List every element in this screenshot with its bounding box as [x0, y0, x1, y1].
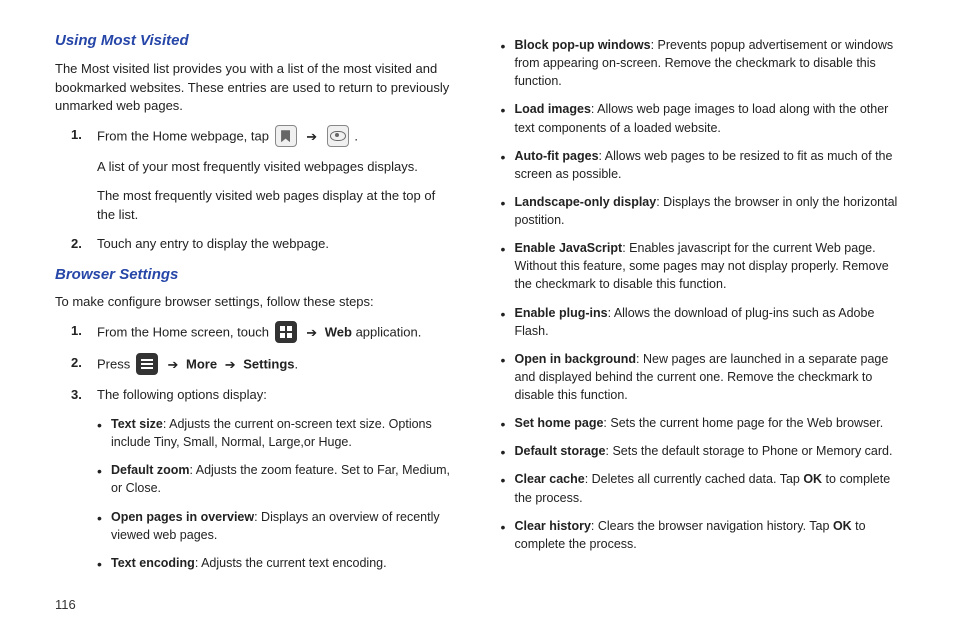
step-number: 2. [71, 235, 97, 254]
arrow-icon: ➔ [306, 129, 317, 144]
term: Enable plug-ins [515, 306, 608, 320]
term: Landscape-only display [515, 195, 657, 209]
term: Clear cache [515, 472, 585, 486]
step-1-line: From the Home webpage, tap ➔ . [97, 126, 455, 148]
arrow-icon: ➔ [306, 325, 317, 340]
bullet-block-popup: Block pop-up windows: Prevents popup adv… [501, 36, 905, 90]
bs3-text: The following options display: [97, 386, 455, 405]
desc-a: : Clears the browser navigation history.… [591, 519, 833, 533]
term: Block pop-up windows [515, 38, 651, 52]
bullet-landscape-only: Landscape-only display: Displays the bro… [501, 193, 905, 229]
term: Auto-fit pages [515, 149, 599, 163]
step-number: 3. [71, 386, 97, 405]
heading-most-visited: Using Most Visited [55, 30, 455, 52]
bookmark-icon [275, 125, 297, 147]
term: Enable JavaScript [515, 241, 623, 255]
bs-step-1: 1. From the Home screen, touch ➔ Web app… [55, 322, 455, 344]
bs-step-1-line: From the Home screen, touch ➔ Web applic… [97, 322, 455, 344]
bs-step-3: 3. The following options display: Text s… [55, 386, 455, 582]
step-2: 2. Touch any entry to display the webpag… [55, 235, 455, 254]
most-visited-steps: 1. From the Home webpage, tap ➔ . A list… [55, 126, 455, 253]
desc-a: : Deletes all currently cached data. Tap [585, 472, 804, 486]
desc: : Sets the current home page for the Web… [603, 416, 883, 430]
settings-bullets-right: Block pop-up windows: Prevents popup adv… [505, 36, 905, 553]
term: Text size [111, 417, 163, 431]
bullet-set-homepage: Set home page: Sets the current home pag… [501, 414, 905, 432]
step-number: 2. [71, 354, 97, 373]
term: Set home page [515, 416, 604, 430]
menu-icon [136, 353, 158, 375]
step-number: 1. [71, 126, 97, 145]
most-visited-icon [327, 125, 349, 147]
desc: : Sets the default storage to Phone or M… [606, 444, 893, 458]
page-number: 116 [55, 597, 76, 612]
right-column: Block pop-up windows: Prevents popup adv… [505, 30, 905, 626]
step-1: 1. From the Home webpage, tap ➔ . A list… [55, 126, 455, 225]
step-1-text-b: . [354, 129, 358, 144]
bullet-enable-js: Enable JavaScript: Enables javascript fo… [501, 239, 905, 293]
desc: : Adjusts the current text encoding. [195, 556, 387, 570]
step-1-text-a: From the Home webpage, tap [97, 129, 273, 144]
ok: OK [803, 472, 822, 486]
bs-step-2: 2. Press ➔ More ➔ Settings. [55, 354, 455, 376]
bs2-more: More [186, 357, 217, 372]
arrow-icon: ➔ [225, 357, 236, 372]
most-visited-intro: The Most visited list provides you with … [55, 60, 455, 117]
bs1-b: application. [356, 325, 422, 340]
step-1-p3: The most frequently visited web pages di… [97, 187, 455, 225]
manual-page: Using Most Visited The Most visited list… [0, 0, 954, 636]
bs-step-2-line: Press ➔ More ➔ Settings. [97, 354, 455, 376]
bs2-settings: Settings [243, 357, 294, 372]
bs1-a: From the Home screen, touch [97, 325, 273, 340]
bullet-clear-cache: Clear cache: Deletes all currently cache… [501, 470, 905, 506]
step-number: 1. [71, 322, 97, 341]
bullet-text-encoding: Text encoding: Adjusts the current text … [97, 554, 455, 572]
bullet-default-zoom: Default zoom: Adjusts the zoom feature. … [97, 461, 455, 497]
term: Load images [515, 102, 591, 116]
term: Open pages in overview [111, 510, 254, 524]
bullet-auto-fit: Auto-fit pages: Allows web pages to be r… [501, 147, 905, 183]
bullet-load-images: Load images: Allows web page images to l… [501, 100, 905, 136]
term: Clear history [515, 519, 591, 533]
term: Default zoom [111, 463, 189, 477]
bs1-web: Web [325, 325, 352, 340]
left-column: Using Most Visited The Most visited list… [55, 30, 455, 626]
browser-settings-steps: 1. From the Home screen, touch ➔ Web app… [55, 322, 455, 582]
bs2-a: Press [97, 357, 134, 372]
apps-grid-icon [275, 321, 297, 343]
browser-settings-intro: To make configure browser settings, foll… [55, 293, 455, 312]
bullet-default-storage: Default storage: Sets the default storag… [501, 442, 905, 460]
bullet-open-background: Open in background: New pages are launch… [501, 350, 905, 404]
arrow-icon: ➔ [167, 357, 178, 372]
term: Default storage [515, 444, 606, 458]
term: Open in background [515, 352, 637, 366]
step-1-p2: A list of your most frequently visited w… [97, 158, 455, 177]
heading-browser-settings: Browser Settings [55, 264, 455, 286]
bullet-clear-history: Clear history: Clears the browser naviga… [501, 517, 905, 553]
bullet-text-size: Text size: Adjusts the current on-screen… [97, 415, 455, 451]
term: Text encoding [111, 556, 195, 570]
settings-bullets-left: Text size: Adjusts the current on-screen… [97, 415, 455, 572]
step-2-text: Touch any entry to display the webpage. [97, 235, 455, 254]
ok: OK [833, 519, 852, 533]
bullet-enable-plugins: Enable plug-ins: Allows the download of … [501, 304, 905, 340]
bullet-open-overview: Open pages in overview: Displays an over… [97, 508, 455, 544]
